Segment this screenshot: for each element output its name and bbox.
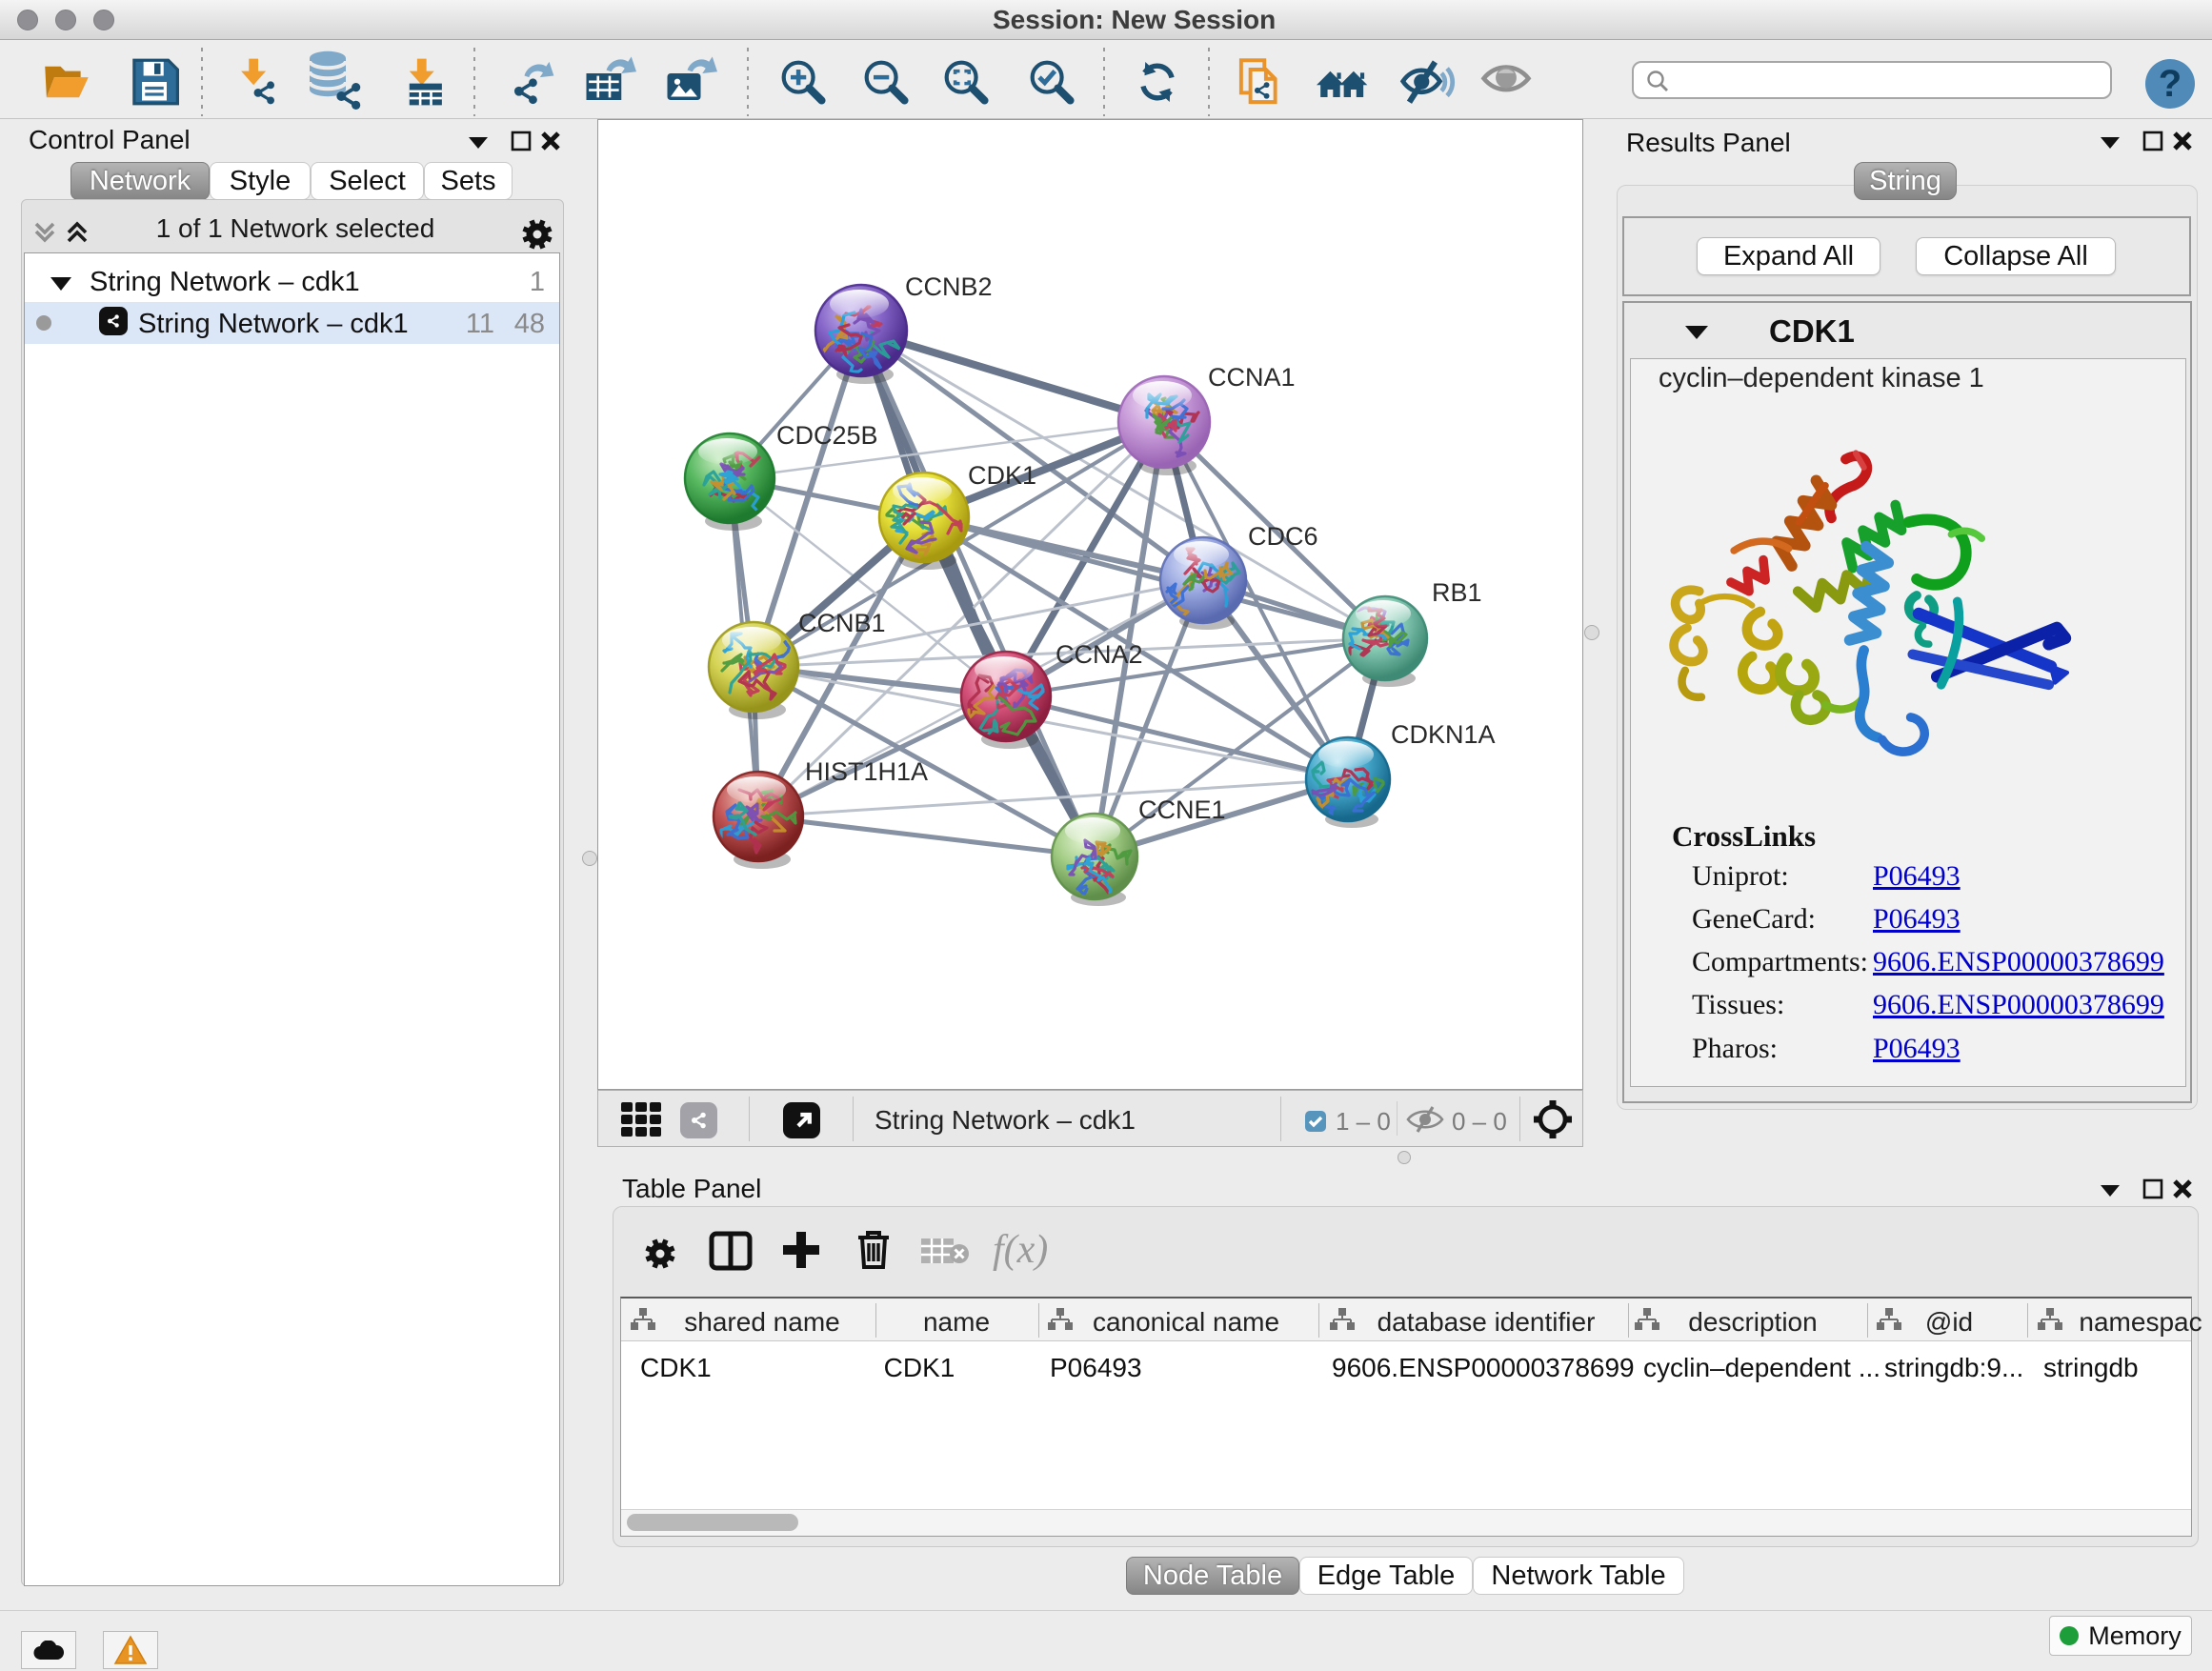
svg-text:CDK1: CDK1 [968, 461, 1036, 490]
svg-text:CCNB1: CCNB1 [798, 609, 886, 637]
svg-text:CCNA2: CCNA2 [1056, 640, 1143, 669]
svg-text:HIST1H1A: HIST1H1A [805, 757, 928, 786]
svg-text:CCNE1: CCNE1 [1138, 795, 1226, 824]
svg-text:CCNB2: CCNB2 [905, 272, 993, 301]
svg-text:CDKN1A: CDKN1A [1391, 720, 1496, 749]
svg-text:CCNA1: CCNA1 [1208, 363, 1296, 392]
svg-text:CDC6: CDC6 [1248, 522, 1318, 551]
svg-text:RB1: RB1 [1432, 578, 1482, 607]
svg-text:CDC25B: CDC25B [776, 421, 878, 450]
